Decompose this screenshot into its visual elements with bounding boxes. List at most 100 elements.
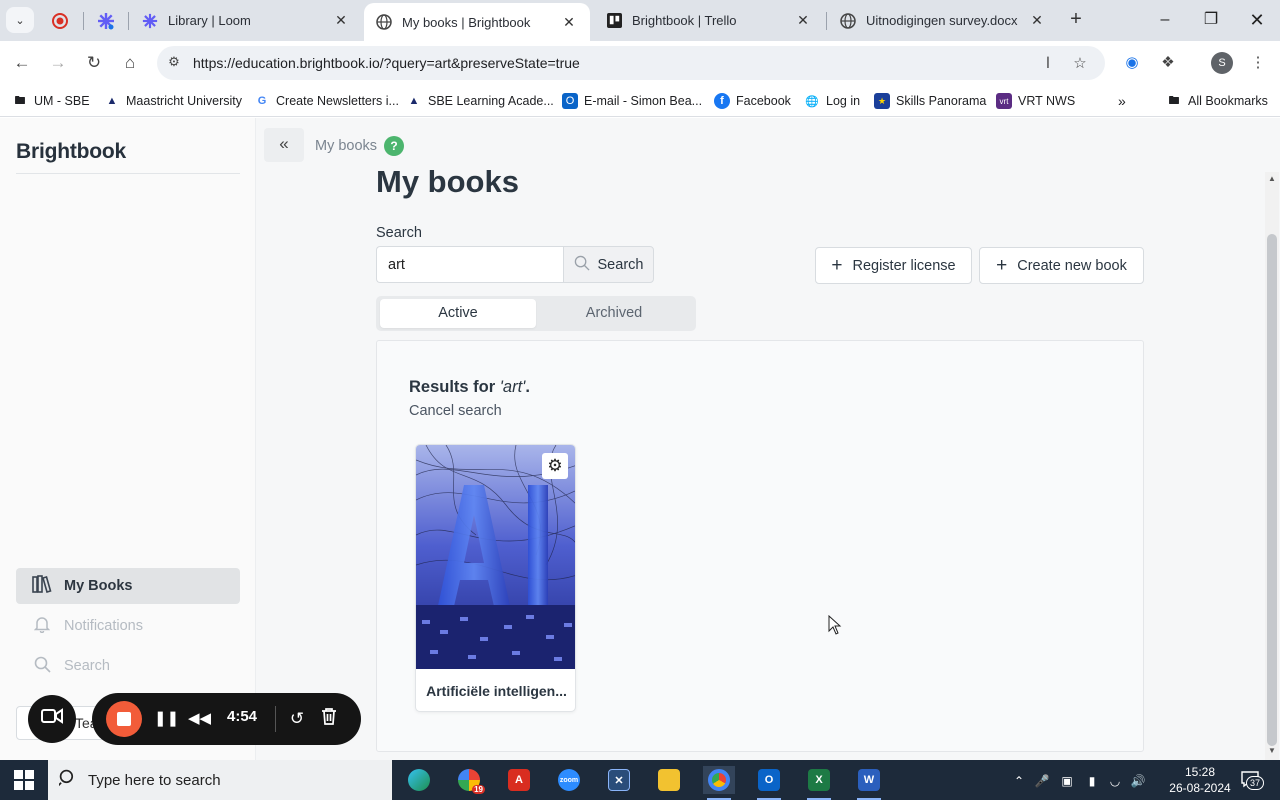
- taskbar-search-box[interactable]: Type here to search: [48, 760, 392, 800]
- excel-icon[interactable]: X: [803, 766, 835, 800]
- restart-icon[interactable]: ↺: [286, 707, 308, 731]
- restore-icon[interactable]: ❐: [1196, 8, 1226, 32]
- pinned-tab-loom-icon[interactable]: [94, 9, 118, 33]
- show-hidden-icons-chevron-icon[interactable]: ⌃: [1010, 772, 1028, 790]
- bookmark-maastricht-university[interactable]: ▲ Maastricht University: [104, 92, 242, 110]
- wifi-icon[interactable]: ◡: [1106, 772, 1124, 790]
- windows-taskbar: Type here to search 19 A zoom ✕ O X W ⌃ …: [0, 760, 1280, 800]
- search-label: Search: [376, 225, 422, 241]
- acrobat-icon[interactable]: A: [503, 766, 535, 794]
- back-arrow-icon[interactable]: ←: [10, 51, 34, 75]
- book-settings-gear-icon[interactable]: ⚙: [542, 453, 568, 479]
- translate-icon[interactable]: ا: [1037, 53, 1059, 75]
- outlook-icon[interactable]: O: [753, 766, 785, 800]
- menu-kebab-icon[interactable]: ⋮: [1246, 51, 1270, 75]
- microphone-icon[interactable]: 🎤: [1033, 772, 1051, 790]
- status-tabs: Active Archived: [376, 296, 696, 331]
- teams-app-icon[interactable]: 19: [453, 766, 485, 794]
- chrome-icon[interactable]: [703, 766, 735, 800]
- bookmark-star-icon[interactable]: ☆: [1069, 53, 1091, 75]
- word-icon[interactable]: W: [853, 766, 885, 800]
- facebook-icon: f: [714, 93, 730, 109]
- minimize-icon[interactable]: –: [1150, 8, 1180, 32]
- address-bar[interactable]: ⚙ https://education.brightbook.io/?query…: [157, 46, 1105, 80]
- windows-start-icon[interactable]: [14, 770, 34, 790]
- notification-center-icon[interactable]: 37: [1240, 770, 1265, 790]
- site-settings-icon[interactable]: ⚙: [165, 54, 183, 72]
- scroll-up-arrow-icon[interactable]: ▲: [1265, 172, 1279, 186]
- close-window-icon[interactable]: ✕: [1242, 8, 1272, 32]
- forward-arrow-icon[interactable]: →: [46, 51, 70, 75]
- clock-time: 15:28: [1184, 765, 1216, 779]
- pinned-tab-record-icon[interactable]: [48, 9, 72, 33]
- browser-toolbar: ← → ↻ ⌂ ⚙ https://education.brightbook.i…: [0, 41, 1280, 85]
- tab-my-books-brightbook[interactable]: My books | Brightbook ✕: [364, 3, 590, 41]
- battery-icon[interactable]: ▮: [1083, 772, 1101, 790]
- tab-search-icon[interactable]: ⌄: [6, 7, 34, 33]
- new-tab-plus-icon[interactable]: +: [1064, 8, 1088, 32]
- search-input[interactable]: [376, 246, 564, 283]
- taskbar-clock[interactable]: 15:28 26-08-2024: [1168, 764, 1232, 796]
- extensions-icon[interactable]: ❖: [1156, 51, 1180, 75]
- camera-tray-icon[interactable]: ▣: [1058, 772, 1076, 790]
- sidebar-item-notifications[interactable]: Notifications: [16, 608, 240, 644]
- bookmark-log-in[interactable]: 🌐 Log in: [804, 92, 860, 110]
- volume-icon[interactable]: 🔊: [1129, 772, 1147, 790]
- globe-icon: 🌐: [805, 95, 819, 108]
- book-title[interactable]: Artificiële intelligen...: [416, 683, 575, 699]
- books-icon: [32, 575, 52, 597]
- stop-recording-button[interactable]: [106, 701, 142, 737]
- collapse-sidebar-icon[interactable]: «: [264, 128, 304, 162]
- trash-icon[interactable]: [318, 707, 340, 731]
- close-tab-icon[interactable]: ✕: [794, 12, 812, 29]
- bell-icon: [32, 615, 52, 637]
- url-text[interactable]: https://education.brightbook.io/?query=a…: [193, 55, 580, 71]
- search-button[interactable]: Search: [563, 246, 654, 283]
- bookmark-um-sbe[interactable]: 🖿 UM - SBE: [12, 92, 90, 110]
- globe-icon: [840, 12, 856, 29]
- bookmark-facebook[interactable]: f Facebook: [714, 92, 791, 110]
- book-card[interactable]: ⚙ Artificiële intelligen...: [415, 444, 576, 712]
- close-tab-icon[interactable]: ✕: [332, 12, 350, 29]
- tab-brightbook-trello[interactable]: Brightbook | Trello ✕: [594, 0, 824, 41]
- clock-date: 26-08-2024: [1169, 781, 1231, 795]
- tab-library-loom[interactable]: Library | Loom ✕: [130, 0, 362, 41]
- loom-camera-icon[interactable]: [28, 695, 76, 743]
- tab-archived[interactable]: Archived: [536, 299, 692, 328]
- profile-avatar[interactable]: S: [1211, 52, 1233, 74]
- rewind-icon[interactable]: ◀◀: [188, 707, 211, 731]
- more-bookmarks-chevron-icon[interactable]: »: [1118, 92, 1126, 110]
- help-icon[interactable]: ?: [384, 136, 404, 156]
- zoom-icon[interactable]: zoom: [553, 766, 585, 794]
- sidebar-item-search[interactable]: Search: [16, 648, 240, 684]
- bookmark-vrt-nws[interactable]: vrt VRT NWS: [996, 92, 1075, 110]
- home-icon[interactable]: ⌂: [118, 51, 142, 75]
- breadcrumb[interactable]: My books: [315, 138, 377, 154]
- scroll-down-arrow-icon[interactable]: ▼: [1265, 744, 1279, 758]
- taskbar-search-placeholder: Type here to search: [88, 771, 221, 789]
- scrollbar-thumb[interactable]: [1267, 234, 1277, 746]
- close-tab-icon[interactable]: ✕: [560, 14, 578, 31]
- pause-icon[interactable]: ❚❚: [154, 707, 179, 731]
- reload-icon[interactable]: ↻: [82, 51, 106, 75]
- register-license-button[interactable]: + Register license: [815, 247, 972, 284]
- search-icon: [32, 656, 52, 677]
- loom-icon: [142, 13, 158, 29]
- close-tab-icon[interactable]: ✕: [1028, 12, 1046, 29]
- password-manager-icon[interactable]: ◉: [1120, 51, 1144, 75]
- sidebar-item-my-books[interactable]: My Books: [16, 568, 240, 604]
- file-explorer-icon[interactable]: [653, 766, 685, 794]
- bookmark-skills-panorama[interactable]: ★ Skills Panorama: [874, 92, 986, 110]
- um-logo-icon: ▲: [408, 95, 420, 107]
- edge-icon[interactable]: [403, 766, 435, 794]
- tab-active[interactable]: Active: [380, 299, 536, 328]
- create-new-book-button[interactable]: + Create new book: [979, 247, 1144, 284]
- bookmark-create-newsletters[interactable]: G Create Newsletters i...: [254, 92, 399, 110]
- bookmark-sbe-learning-academy[interactable]: ▲ SBE Learning Acade...: [406, 92, 554, 110]
- brand-logo[interactable]: Brightbook: [16, 140, 126, 164]
- all-bookmarks[interactable]: 🖿 All Bookmarks: [1166, 92, 1268, 110]
- cancel-search-link[interactable]: Cancel search: [409, 403, 502, 419]
- bookmark-email-simon[interactable]: O E-mail - Simon Bea...: [562, 92, 702, 110]
- snipping-tool-icon[interactable]: ✕: [603, 766, 635, 794]
- tab-uitnodigingen-survey[interactable]: Uitnodigingen survey.docx ✕: [828, 0, 1058, 41]
